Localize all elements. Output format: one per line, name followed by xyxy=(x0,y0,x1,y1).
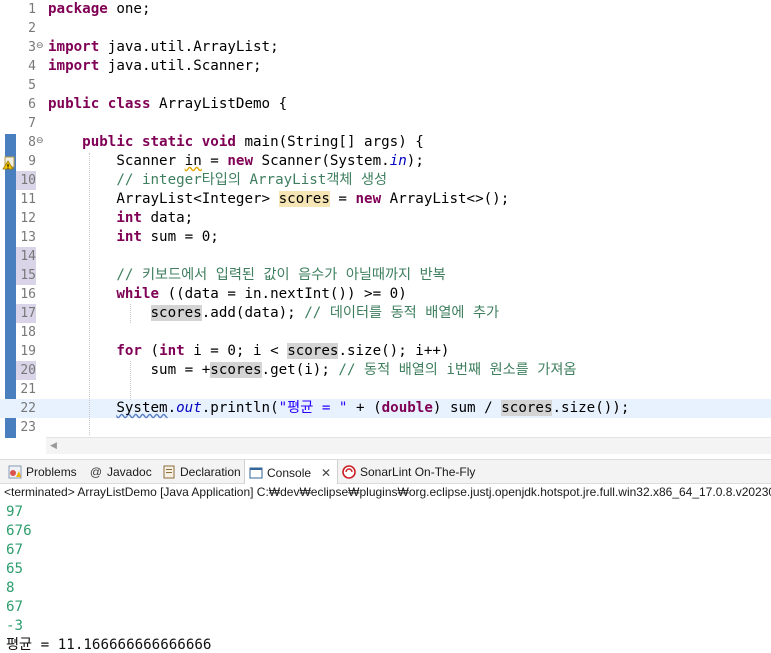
line-number: 3 xyxy=(28,40,36,55)
console-output-line: 평균 = 11.166666666666666 xyxy=(6,637,212,653)
line-number: 13 xyxy=(20,230,36,245)
code-line[interactable]: 14 xyxy=(0,247,771,266)
line-number: 21 xyxy=(20,382,36,397)
console-status: <terminated> ArrayListDemo [Java Applica… xyxy=(4,485,771,499)
indent-guide xyxy=(89,153,90,435)
code-line[interactable]: 2 xyxy=(0,19,771,38)
warning-icon[interactable] xyxy=(2,156,15,170)
line-number: 10 xyxy=(16,171,36,190)
horizontal-scrollbar[interactable]: ◀ xyxy=(46,437,771,454)
code-line[interactable]: 16 while ((data = in.nextInt()) >= 0) xyxy=(0,285,771,304)
fold-collapse-icon[interactable]: ⊖ xyxy=(36,42,45,51)
code-line[interactable]: 17 scores.add(data); // 데이터를 동적 배열에 추가 xyxy=(0,304,771,323)
line-number: 19 xyxy=(20,344,36,359)
code-line[interactable]: 7 xyxy=(0,114,771,133)
line-number: 11 xyxy=(20,192,36,207)
tab-javadoc[interactable]: @ Javadoc xyxy=(85,460,156,484)
code-line[interactable]: 21 xyxy=(0,380,771,399)
console-view[interactable]: <terminated> ArrayListDemo [Java Applica… xyxy=(0,484,771,653)
fold-collapse-icon[interactable]: ⊖ xyxy=(36,137,45,146)
line-number: 18 xyxy=(20,325,36,340)
line-number: 1 xyxy=(28,2,36,17)
tab-label: Javadoc xyxy=(107,465,152,479)
tab-label: Console xyxy=(267,465,312,480)
line-number: 22 xyxy=(20,401,36,416)
tab-label: Problems xyxy=(26,465,77,479)
code-line[interactable]: 15 // 키보드에서 입력된 값이 음수가 아닐때까지 반복 xyxy=(0,266,771,285)
code-text: public static void main(String[] args) { xyxy=(82,134,424,150)
line-number: 14 xyxy=(16,247,36,266)
problems-icon xyxy=(8,465,22,479)
code-line[interactable]: 4 import java.util.Scanner; xyxy=(0,57,771,76)
console-input-line: -3 xyxy=(6,618,24,634)
code-line[interactable]: 6 public class ArrayListDemo { xyxy=(0,95,771,114)
views-tab-bar: Problems @ Javadoc Declaration Console ✕… xyxy=(0,459,771,485)
line-number: 15 xyxy=(16,266,36,285)
console-input-line: 65 xyxy=(6,561,24,577)
line-number: 20 xyxy=(16,361,36,380)
scroll-left-icon[interactable]: ◀ xyxy=(50,441,57,451)
tab-declaration[interactable]: Declaration xyxy=(158,460,245,484)
code-text: import java.util.ArrayList; xyxy=(48,39,279,55)
code-line[interactable]: 5 xyxy=(0,76,771,95)
code-line[interactable]: 19 for (int i = 0; i < scores.size(); i+… xyxy=(0,342,771,361)
line-number: 2 xyxy=(28,21,36,36)
code-text: while ((data = in.nextInt()) >= 0) xyxy=(116,286,407,302)
declaration-icon xyxy=(163,465,175,479)
code-text: // 키보드에서 입력된 값이 음수가 아닐때까지 반복 xyxy=(116,267,446,283)
code-text: import java.util.Scanner; xyxy=(48,58,262,74)
console-input-line: 67 xyxy=(6,599,24,615)
code-line[interactable]: 20 sum = +scores.get(i); // 동적 배열의 i번째 원… xyxy=(0,361,771,380)
tab-label: SonarLint On-The-Fly xyxy=(360,465,476,479)
indent-guide xyxy=(130,361,131,400)
line-number: 5 xyxy=(28,78,36,93)
console-input-line: 676 xyxy=(6,523,32,539)
close-icon[interactable]: ✕ xyxy=(321,466,331,480)
code-text: sum = +scores.get(i); // 동적 배열의 i번째 원소를 … xyxy=(48,362,577,378)
code-text: // integer타입의 ArrayList객체 생성 xyxy=(116,172,388,188)
code-text: Scanner in = new Scanner(System.in); xyxy=(48,153,424,169)
console-input-line: 8 xyxy=(6,580,15,596)
line-number: 7 xyxy=(28,116,36,131)
code-line[interactable]: 10 // integer타입의 ArrayList객체 생성 xyxy=(0,171,771,190)
code-text: scores.add(data); // 데이터를 동적 배열에 추가 xyxy=(150,305,500,321)
code-text: public class ArrayListDemo { xyxy=(48,96,288,112)
line-number: 8 xyxy=(28,135,36,150)
code-text: int sum = 0; xyxy=(116,229,219,245)
code-line[interactable]: 13 int sum = 0; xyxy=(0,228,771,247)
code-line[interactable]: 23 xyxy=(0,418,771,437)
line-number: 6 xyxy=(28,97,36,112)
console-icon xyxy=(249,467,263,478)
line-number: 17 xyxy=(16,304,36,323)
indent-guide xyxy=(130,304,131,323)
code-line[interactable]: 8 ⊖ public static void main(String[] args… xyxy=(0,133,771,152)
code-line[interactable]: 22 System.out.println("평균 = " + (double)… xyxy=(0,399,771,418)
code-line[interactable]: 3 ⊖ import java.util.ArrayList; xyxy=(0,38,771,57)
sonarlint-icon xyxy=(342,465,356,479)
code-text: ArrayList<Integer> scores = new ArrayLis… xyxy=(48,191,510,207)
code-line[interactable]: 18 xyxy=(0,323,771,342)
line-number: 4 xyxy=(28,59,36,74)
tab-problems[interactable]: Problems xyxy=(4,460,81,484)
code-editor[interactable]: 1 package one; 2 3 ⊖ import java.util.ArrayLi… xyxy=(0,0,771,438)
tab-console[interactable]: Console ✕ xyxy=(244,460,338,485)
at-sign-icon: @ xyxy=(89,465,103,479)
line-number: 23 xyxy=(20,420,36,435)
code-line[interactable]: 12 int data; xyxy=(0,209,771,228)
console-input-line: 67 xyxy=(6,542,24,558)
line-number: 16 xyxy=(20,287,36,302)
code-text: System.out.println("평균 = " + (double) su… xyxy=(116,400,630,416)
line-number: 12 xyxy=(20,211,36,226)
console-input-line: 97 xyxy=(6,504,24,520)
code-text: int data; xyxy=(116,210,194,226)
code-text: package one; xyxy=(48,1,151,17)
code-line[interactable]: 9 Scanner in = new Scanner(System.in); xyxy=(0,152,771,171)
code-line[interactable]: 1 package one; xyxy=(0,0,771,19)
code-line[interactable]: 11 ArrayList<Integer> scores = new Array… xyxy=(0,190,771,209)
line-number: 9 xyxy=(28,154,36,169)
tab-sonarlint[interactable]: SonarLint On-The-Fly xyxy=(338,460,479,484)
tab-label: Declaration xyxy=(180,465,241,479)
code-text: for (int i = 0; i < scores.size(); i++) xyxy=(116,343,450,359)
